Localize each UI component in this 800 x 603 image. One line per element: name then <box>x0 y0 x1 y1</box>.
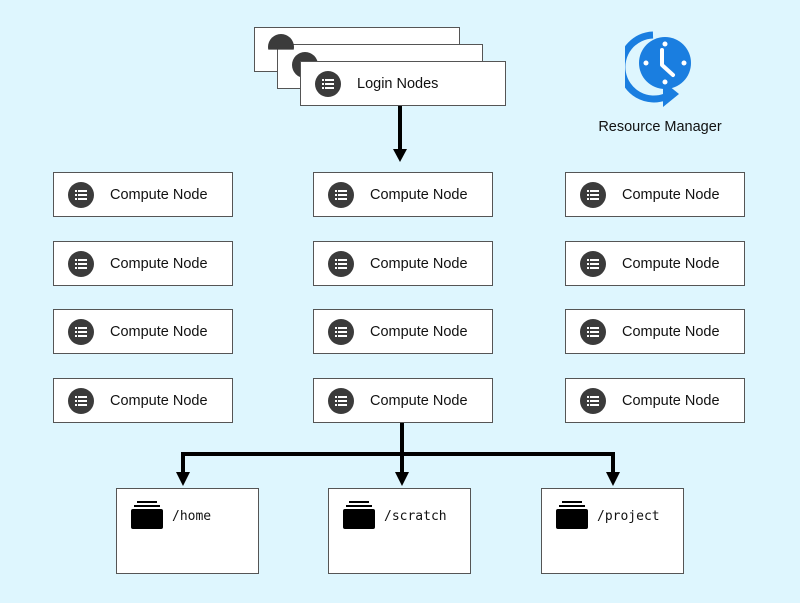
compute-node-label: Compute Node <box>622 323 720 340</box>
compute-node[interactable]: Compute Node <box>313 309 493 354</box>
compute-node[interactable]: Compute Node <box>53 241 233 286</box>
compute-node-label: Compute Node <box>622 392 720 409</box>
arrowhead <box>176 472 190 486</box>
login-nodes-box[interactable]: Login Nodes <box>300 61 506 106</box>
folder-stack-icon <box>131 501 163 529</box>
compute-node-label: Compute Node <box>370 255 468 272</box>
list-icon <box>580 318 606 345</box>
compute-node-label: Compute Node <box>370 392 468 409</box>
storage-path: /scratch <box>384 509 447 524</box>
storage-home[interactable]: /home <box>116 488 259 574</box>
compute-node[interactable]: Compute Node <box>565 309 745 354</box>
compute-node[interactable]: Compute Node <box>565 172 745 217</box>
compute-node-label: Compute Node <box>370 323 468 340</box>
list-icon <box>580 387 606 414</box>
compute-node[interactable]: Compute Node <box>53 378 233 423</box>
list-icon <box>328 181 354 208</box>
storage-project[interactable]: /project <box>541 488 684 574</box>
list-icon <box>68 318 94 345</box>
list-icon <box>328 318 354 345</box>
resource-manager-label: Resource Manager <box>598 119 722 135</box>
arrowhead <box>395 472 409 486</box>
compute-node[interactable]: Compute Node <box>53 309 233 354</box>
compute-node-label: Compute Node <box>622 186 720 203</box>
compute-node[interactable]: Compute Node <box>53 172 233 217</box>
compute-node[interactable]: Compute Node <box>313 241 493 286</box>
folder-stack-icon <box>343 501 375 529</box>
storage-bus <box>181 452 615 474</box>
arrowhead <box>606 472 620 486</box>
storage-scratch[interactable]: /scratch <box>328 488 471 574</box>
folder-stack-icon <box>556 501 588 529</box>
compute-node-label: Compute Node <box>110 323 208 340</box>
arrowhead <box>393 149 407 162</box>
list-icon <box>328 250 354 277</box>
list-icon <box>328 387 354 414</box>
compute-node[interactable]: Compute Node <box>313 378 493 423</box>
compute-node-label: Compute Node <box>370 186 468 203</box>
list-icon <box>68 181 94 208</box>
list-icon <box>68 250 94 277</box>
compute-node[interactable]: Compute Node <box>565 241 745 286</box>
compute-node-label: Compute Node <box>110 186 208 203</box>
compute-node[interactable]: Compute Node <box>565 378 745 423</box>
clock-cycle-icon <box>618 31 691 107</box>
compute-node-label: Compute Node <box>622 255 720 272</box>
storage-path: /project <box>597 509 660 524</box>
compute-node-label: Compute Node <box>110 392 208 409</box>
compute-node-label: Compute Node <box>110 255 208 272</box>
list-icon <box>68 387 94 414</box>
login-nodes-label: Login Nodes <box>357 75 439 92</box>
resource-manager[interactable]: Resource Manager <box>580 25 740 135</box>
compute-node[interactable]: Compute Node <box>313 172 493 217</box>
storage-path: /home <box>172 509 212 524</box>
list-icon <box>580 181 606 208</box>
list-icon <box>580 250 606 277</box>
list-icon <box>315 70 341 97</box>
